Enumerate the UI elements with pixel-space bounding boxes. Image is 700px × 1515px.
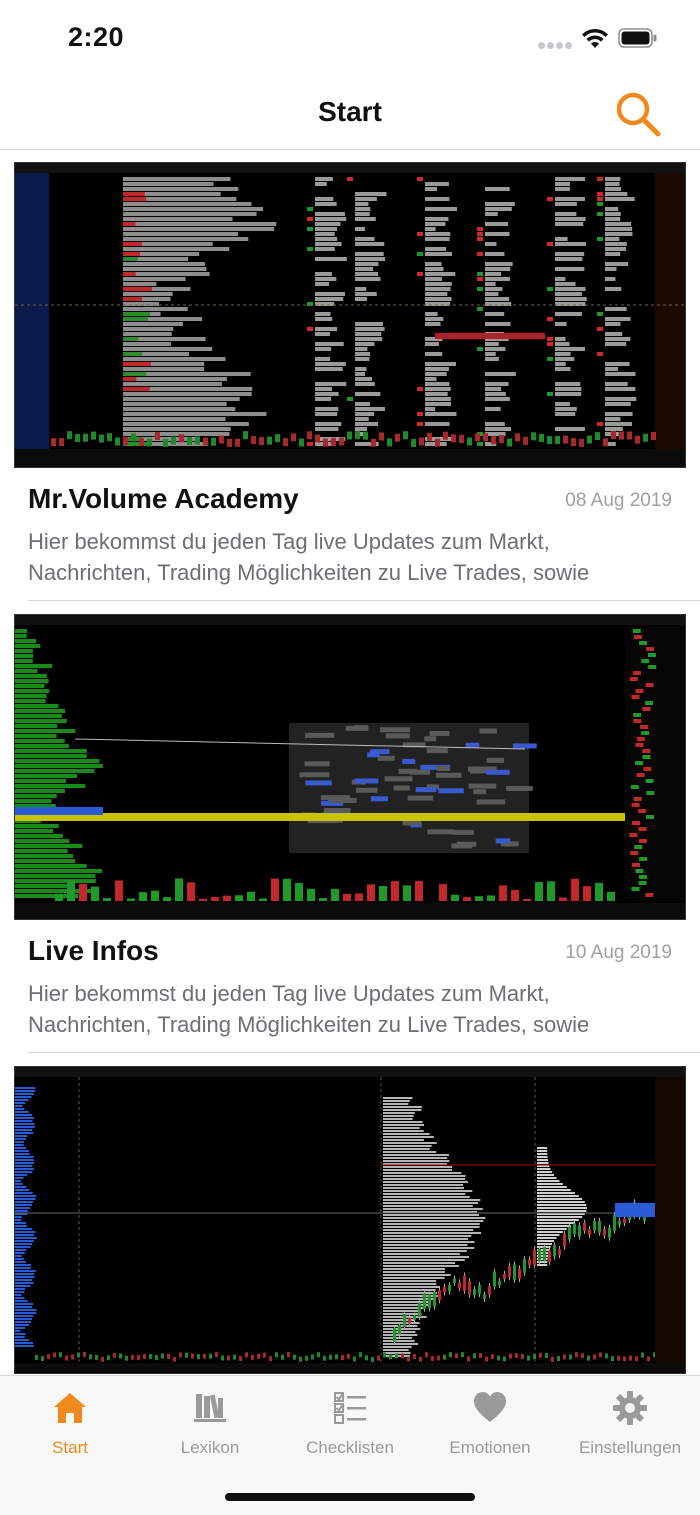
tab-einstellungen[interactable]: Einstellungen xyxy=(560,1376,700,1466)
tab-label: Emotionen xyxy=(449,1438,531,1457)
candlestick-chart-image xyxy=(14,1066,686,1374)
divider xyxy=(28,600,700,601)
tab-start[interactable]: Start xyxy=(0,1376,140,1466)
card-excerpt: Hier bekommst du jeden Tag live Updates … xyxy=(28,981,590,1037)
battery-icon xyxy=(618,28,657,48)
tab-checklisten[interactable]: Checklisten xyxy=(280,1376,420,1466)
feed-card[interactable]: Live Infos 10 Aug 2019 Hier bekommst du … xyxy=(0,602,700,1054)
feed-card[interactable]: Mr.Volume Academy 08 Aug 2019 Hier bekom… xyxy=(0,150,700,602)
tab-label: Einstellungen xyxy=(578,1438,682,1457)
card-excerpt: Hier bekommst du jeden Tag live Updates … xyxy=(28,529,590,585)
heart-icon xyxy=(474,1392,506,1422)
home-icon xyxy=(54,1393,86,1423)
status-time: 2:20 xyxy=(68,22,125,52)
checklist-icon xyxy=(334,1392,366,1424)
cellular-signal-icon xyxy=(538,42,574,50)
card-date: 10 Aug 2019 xyxy=(565,942,672,963)
wifi-icon xyxy=(582,28,608,48)
tab-emotionen[interactable]: Emotionen xyxy=(420,1376,560,1466)
page-title: Start xyxy=(318,96,382,127)
news-feed: Mr.Volume Academy 08 Aug 2019 Hier bekom… xyxy=(0,150,700,1375)
card-title: Live Infos xyxy=(28,935,159,966)
gear-icon xyxy=(613,1391,647,1425)
candlestick-chart xyxy=(15,1067,685,1373)
home-indicator xyxy=(225,1493,475,1501)
volume-profile-chart-image xyxy=(14,614,686,920)
card-date: 08 Aug 2019 xyxy=(565,490,672,511)
divider xyxy=(28,1052,700,1053)
tab-lexikon[interactable]: Lexikon xyxy=(140,1376,280,1466)
order-flow-chart xyxy=(15,163,685,467)
card-title: Mr.Volume Academy xyxy=(28,483,299,514)
books-icon xyxy=(194,1394,226,1422)
tab-label: Lexikon xyxy=(180,1438,240,1457)
feed-card[interactable] xyxy=(0,1054,700,1375)
navigation-bar: Start xyxy=(0,80,700,150)
tab-label: Start xyxy=(52,1438,88,1457)
status-bar: 2:20 xyxy=(0,0,700,80)
volume-profile-chart xyxy=(15,615,685,919)
order-flow-chart-image xyxy=(14,162,686,468)
tab-label: Checklisten xyxy=(306,1438,394,1457)
search-icon[interactable] xyxy=(612,88,664,140)
